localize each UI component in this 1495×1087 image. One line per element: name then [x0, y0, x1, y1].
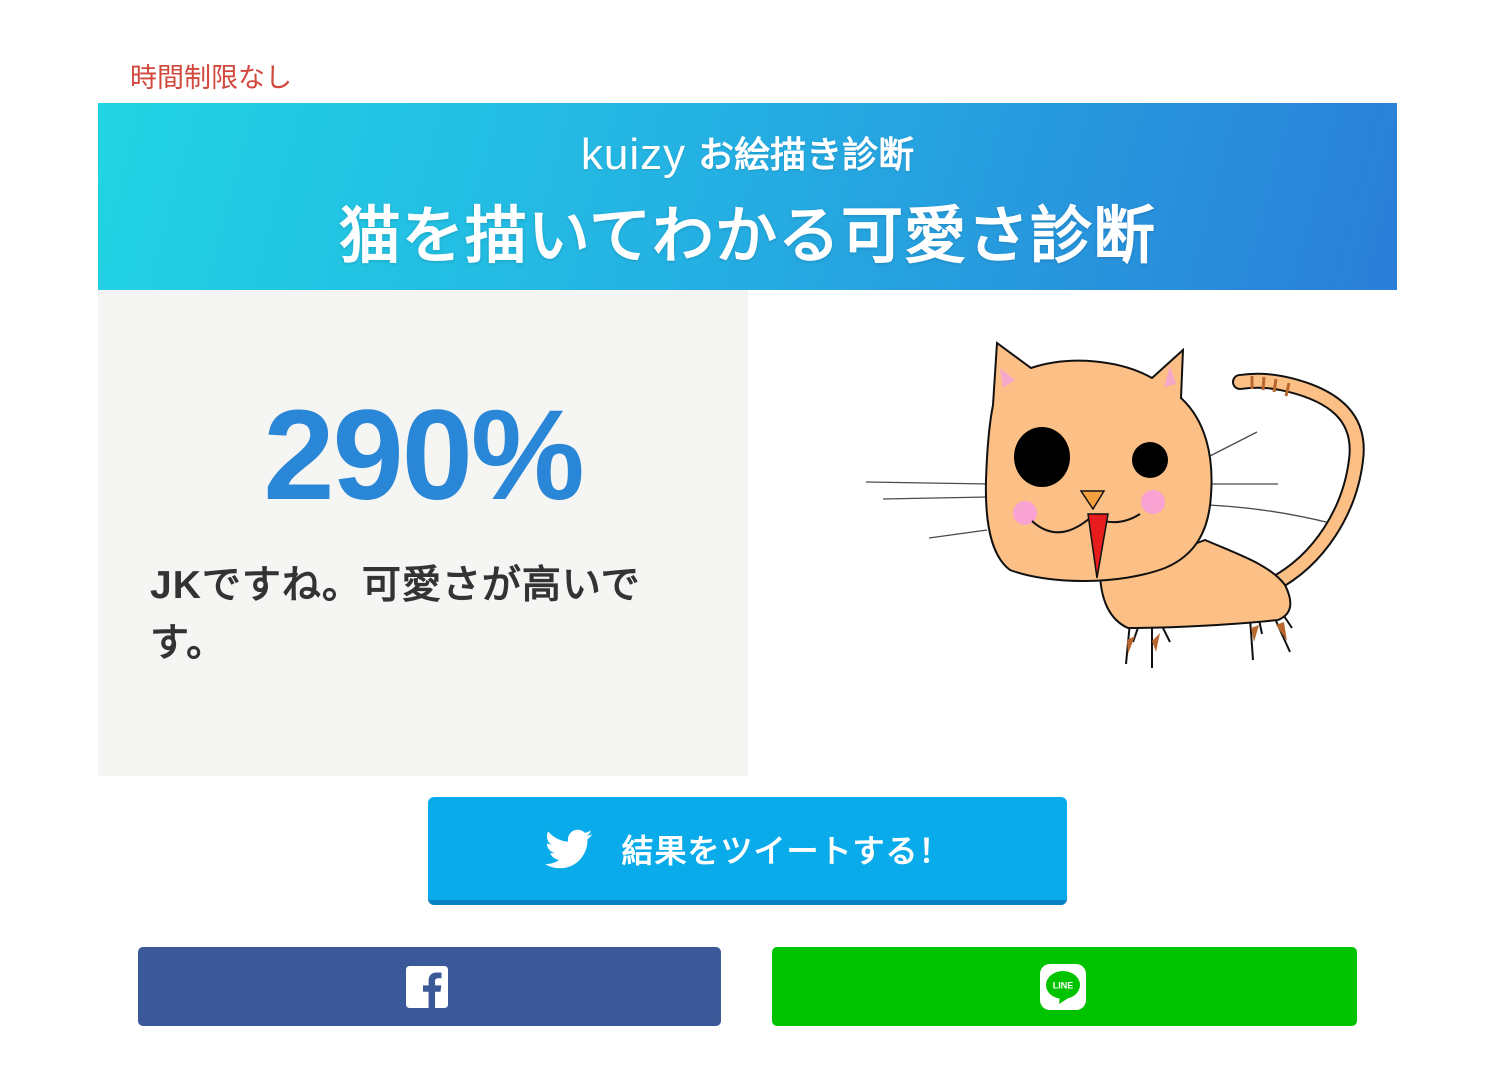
line-share-button[interactable]: LINE: [772, 947, 1357, 1026]
whisker: [882, 496, 989, 500]
twitter-bird-icon: [545, 829, 593, 868]
tweet-button-label: 結果をツイートする！: [621, 832, 952, 869]
kuizy-logo: kuizy: [580, 130, 687, 179]
whisker: [928, 529, 988, 539]
banner-subtitle: お絵描き診断: [698, 134, 915, 175]
facebook-share-button[interactable]: [138, 947, 721, 1026]
cat-right-cheek: [1141, 490, 1165, 514]
drawing-panel: [748, 290, 1397, 776]
banner-brand-row: kuizy お絵描き診断: [98, 131, 1397, 179]
line-logo-text: LINE: [1052, 980, 1073, 990]
cat-tail: [1232, 372, 1365, 593]
result-score: 290%: [263, 384, 584, 527]
whisker: [865, 481, 991, 485]
tail-stripe: [1261, 376, 1266, 391]
result-panel: 290% JKですね。可愛さが高いです。: [98, 290, 748, 776]
time-limit-label: 時間制限なし: [130, 63, 292, 93]
quiz-title: 猫を描いてわかる可愛さ診断: [338, 202, 1157, 271]
tweet-result-button[interactable]: 結果をツイートする！: [428, 797, 1067, 905]
cat-leg: [1249, 617, 1254, 661]
whisker: [1207, 504, 1331, 524]
quiz-banner: kuizy お絵描き診断 猫を描いてわかる可愛さ診断: [98, 103, 1397, 290]
cat-right-eye: [1132, 442, 1168, 478]
whisker: [1207, 431, 1258, 458]
result-message: JKですね。可愛さが高いです。: [150, 564, 641, 665]
line-icon: LINE: [1039, 963, 1086, 1010]
cat-drawing: [865, 341, 1365, 668]
tail-stripe: [1272, 378, 1278, 393]
cat-left-eye: [1014, 427, 1070, 487]
facebook-icon: [405, 965, 448, 1008]
